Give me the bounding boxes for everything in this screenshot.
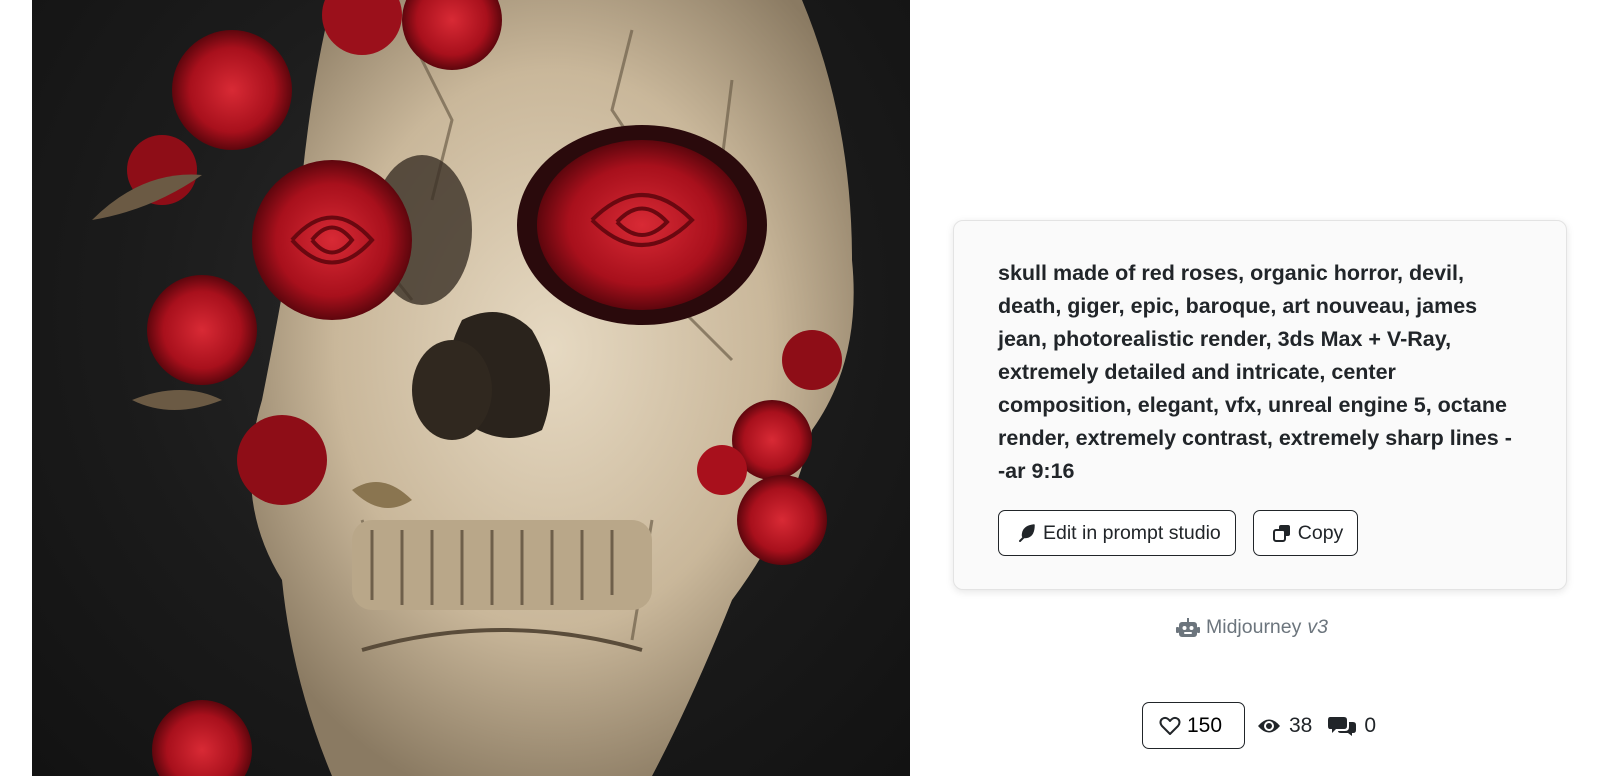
view-count: 38 <box>1289 713 1313 737</box>
prompt-text: skull made of red roses, organic horror,… <box>998 261 1512 483</box>
robot-icon <box>1176 617 1200 638</box>
heart-icon <box>1159 716 1181 736</box>
comment-count: 0 <box>1364 713 1377 737</box>
artwork-image[interactable] <box>32 0 910 776</box>
prompt-actions: Edit in prompt studio Copy <box>998 510 1359 556</box>
copy-button[interactable]: Copy <box>1252 510 1359 556</box>
like-button[interactable]: 150 <box>1142 702 1245 749</box>
feather-icon <box>1017 523 1037 543</box>
prompt-card: skull made of red roses, organic horror,… <box>953 220 1567 590</box>
copy-button-label: Copy <box>1297 521 1344 544</box>
view-stat: 38 <box>1257 714 1312 738</box>
model-version: v3 <box>1307 616 1328 638</box>
comments-icon <box>1328 715 1357 737</box>
model-info: Midjourney v3 <box>1176 616 1328 639</box>
model-name[interactable]: Midjourney <box>1206 616 1301 639</box>
skull-rose-artwork <box>92 0 854 776</box>
edit-button-label: Edit in prompt studio <box>1043 521 1221 544</box>
edit-in-prompt-studio-button[interactable]: Edit in prompt studio <box>998 510 1236 556</box>
prompt-detail-page: skull made of red roses, organic horror,… <box>0 0 1600 777</box>
copy-icon <box>1272 523 1292 543</box>
comment-stat: 0 <box>1328 714 1376 738</box>
like-count: 150 <box>1187 713 1223 737</box>
engagement-stats: 150 38 0 <box>1142 702 1376 749</box>
eye-icon <box>1257 717 1281 735</box>
